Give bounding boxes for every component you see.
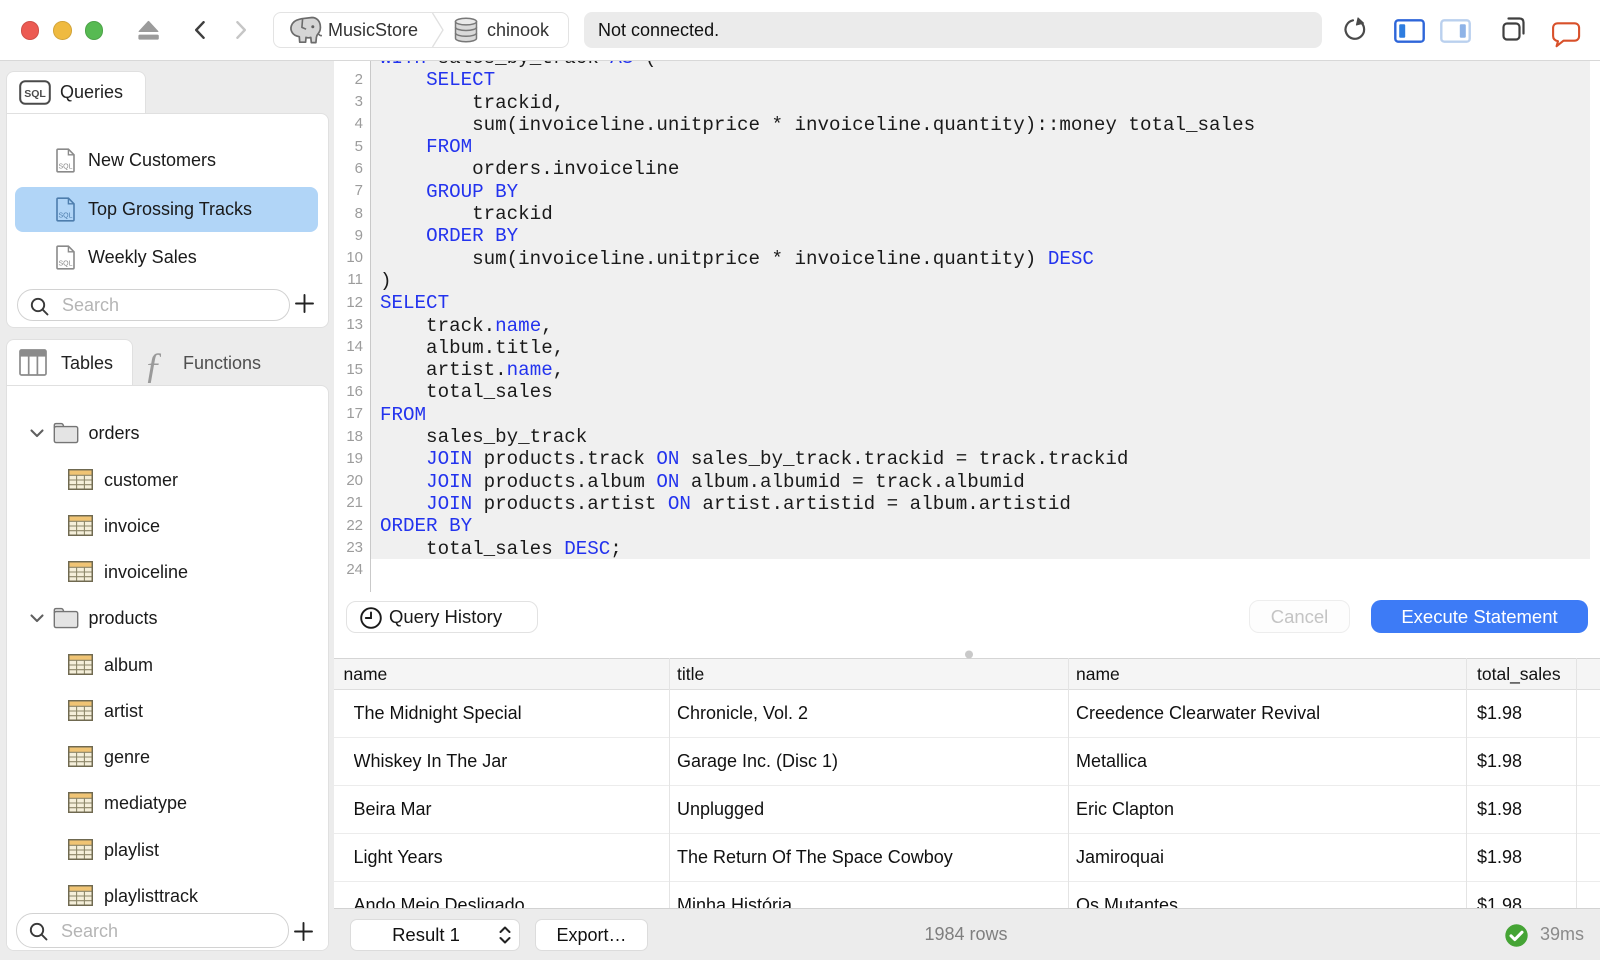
svg-text:SQL: SQL	[58, 261, 72, 268]
svg-text:SQL: SQL	[58, 213, 72, 220]
svg-text:SQL: SQL	[58, 164, 72, 171]
svg-text:SQL: SQL	[24, 88, 46, 100]
